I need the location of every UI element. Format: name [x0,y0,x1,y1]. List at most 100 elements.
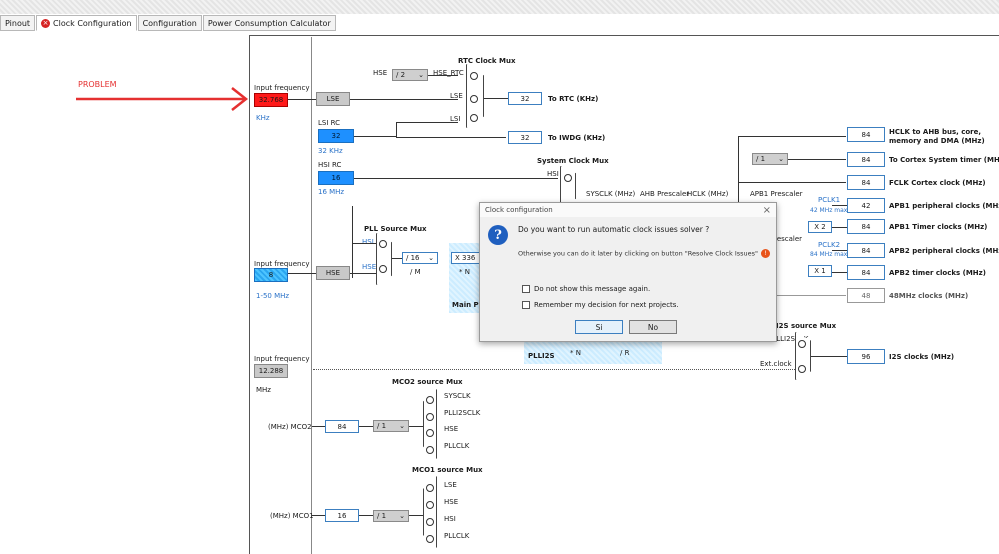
connector [832,205,847,206]
i2s-mux-title: I2S source Mux [776,322,837,330]
tab-configuration[interactable]: Configuration [137,15,202,31]
mco2-divider[interactable]: / 1 ⌄ [373,420,409,432]
i2s-ext-clock: Ext.clock [760,360,792,368]
mco2-mux-title: MCO2 source Mux [392,378,463,386]
radio-icon[interactable] [426,501,434,509]
connector [738,136,846,137]
system-mux-title: System Clock Mux [537,157,609,165]
radio-icon[interactable] [379,265,387,273]
divider [311,37,312,554]
apb2-peripheral-output: 84 [847,243,885,258]
mco1-input-hsi: HSI [444,515,456,523]
radio-icon[interactable] [470,114,478,122]
connector [312,515,325,516]
tab-label: Clock Configuration [53,18,132,28]
mco2-input-plli2sclk: PLLI2SCLK [444,409,481,417]
pll-n-multiplier[interactable]: X 336 [451,252,481,264]
radio-icon[interactable] [470,95,478,103]
rtc-output-label: To RTC (KHz) [548,95,599,103]
pll-m-divider[interactable]: / 16 ⌄ [402,252,438,264]
radio-icon[interactable] [426,396,434,404]
i2s-output-label: I2S clocks (MHz) [889,353,955,361]
yes-button[interactable]: Si [575,320,623,334]
chevron-down-icon: ⌄ [428,254,434,262]
rtc-mux-title: RTC Clock Mux [458,57,516,65]
pll-n-label: * N [459,268,470,276]
mco2-label: (MHz) MCO2 [268,423,312,431]
connector [312,426,325,427]
mco1-divider-value: / 1 [377,512,387,520]
connector [352,206,353,278]
pclk2-max: 84 MHz max [810,251,848,258]
connector [359,426,373,427]
hclk-output-label: HCLK to AHB bus, core, [889,128,982,136]
pll-mux-title: PLL Source Mux [364,225,427,233]
tab-pinout[interactable]: Pinout [0,15,36,31]
checkbox-label: Do not show this message again. [534,285,651,293]
rtc-lse-in: LSE [450,92,463,100]
lsi-title: LSI RC [318,119,341,127]
do-not-show-checkbox[interactable]: Do not show this message again. [522,285,650,293]
remember-decision-checkbox[interactable]: Remember my decision for next projects. [522,301,679,309]
connector [354,136,396,137]
close-icon[interactable]: × [763,205,771,216]
mco2-value: 84 [325,420,359,433]
connector [832,250,847,251]
radio-icon[interactable] [426,535,434,543]
connector [359,515,373,516]
fclk-label: FCLK Cortex clock (MHz) [889,179,986,187]
lsi-value: 32 [318,129,354,143]
connector [772,295,846,296]
clock-configuration-dialog: Clock configuration × ? Do you want to r… [479,202,777,342]
mco2-input-pllclk: PLLCLK [444,442,470,450]
tab-bar: Pinout × Clock Configuration Configuratio… [0,14,999,32]
fclk-output: 84 [847,175,885,190]
checkbox-icon[interactable] [522,285,530,293]
mco1-input-hse: HSE [444,498,459,506]
connector [738,182,846,183]
i2s-output: 96 [847,349,885,364]
tab-label: Pinout [5,18,31,28]
radio-icon[interactable] [564,174,572,182]
radio-icon[interactable] [426,429,434,437]
radio-icon[interactable] [426,413,434,421]
system-mux-hsi: HSI [547,170,559,178]
dialog-title: Clock configuration [485,206,553,214]
radio-icon[interactable] [426,484,434,492]
radio-icon[interactable] [798,365,806,373]
radio-icon[interactable] [426,518,434,526]
error-icon: × [41,18,51,28]
mco1-divider[interactable]: / 1 ⌄ [373,510,409,522]
radio-icon[interactable] [470,72,478,80]
apb1-peripheral-label: APB1 peripheral clocks (MHz) [889,202,999,210]
iwdg-output-label: To IWDG (KHz) [548,134,606,142]
tab-power-consumption[interactable]: Power Consumption Calculator [202,15,336,31]
pclk1-label: PCLK1 [818,196,841,204]
radio-icon[interactable] [426,446,434,454]
red-arrow-icon [76,87,249,111]
tab-clock-configuration[interactable]: × Clock Configuration [36,15,137,31]
chevron-down-icon: ⌄ [399,422,405,430]
apb2-peripheral-label: APB2 peripheral clocks (MHz) [889,247,999,255]
cortex-divider-value: / 1 [756,155,766,163]
apb1-timer-multiplier: X 2 [808,221,832,233]
connector [396,122,458,123]
dialog-titlebar: Clock configuration × [480,203,776,217]
rtc-hse-divider[interactable]: / 2 ⌄ [392,69,428,81]
connector [811,356,847,357]
checkbox-icon[interactable] [522,301,530,309]
mco2-input-sysclk: SYSCLK [444,392,471,400]
plli2s-label: PLLI2S [528,352,555,360]
connector [313,369,795,370]
apb1-timer-label: APB1 Timer clocks (MHz) [889,223,988,231]
connector [428,75,458,76]
mco1-label: (MHz) MCO1 [270,512,314,520]
rtc-hse-label: HSE [373,69,388,77]
ahb-prescaler-label: AHB Prescaler [640,190,690,198]
radio-icon[interactable] [798,340,806,348]
cortex-timer-divider[interactable]: / 1 ⌄ [752,153,788,165]
lse-source: LSE [316,92,350,106]
warning-icon: ! [761,249,770,258]
no-button[interactable]: No [629,320,677,334]
radio-icon[interactable] [379,240,387,248]
